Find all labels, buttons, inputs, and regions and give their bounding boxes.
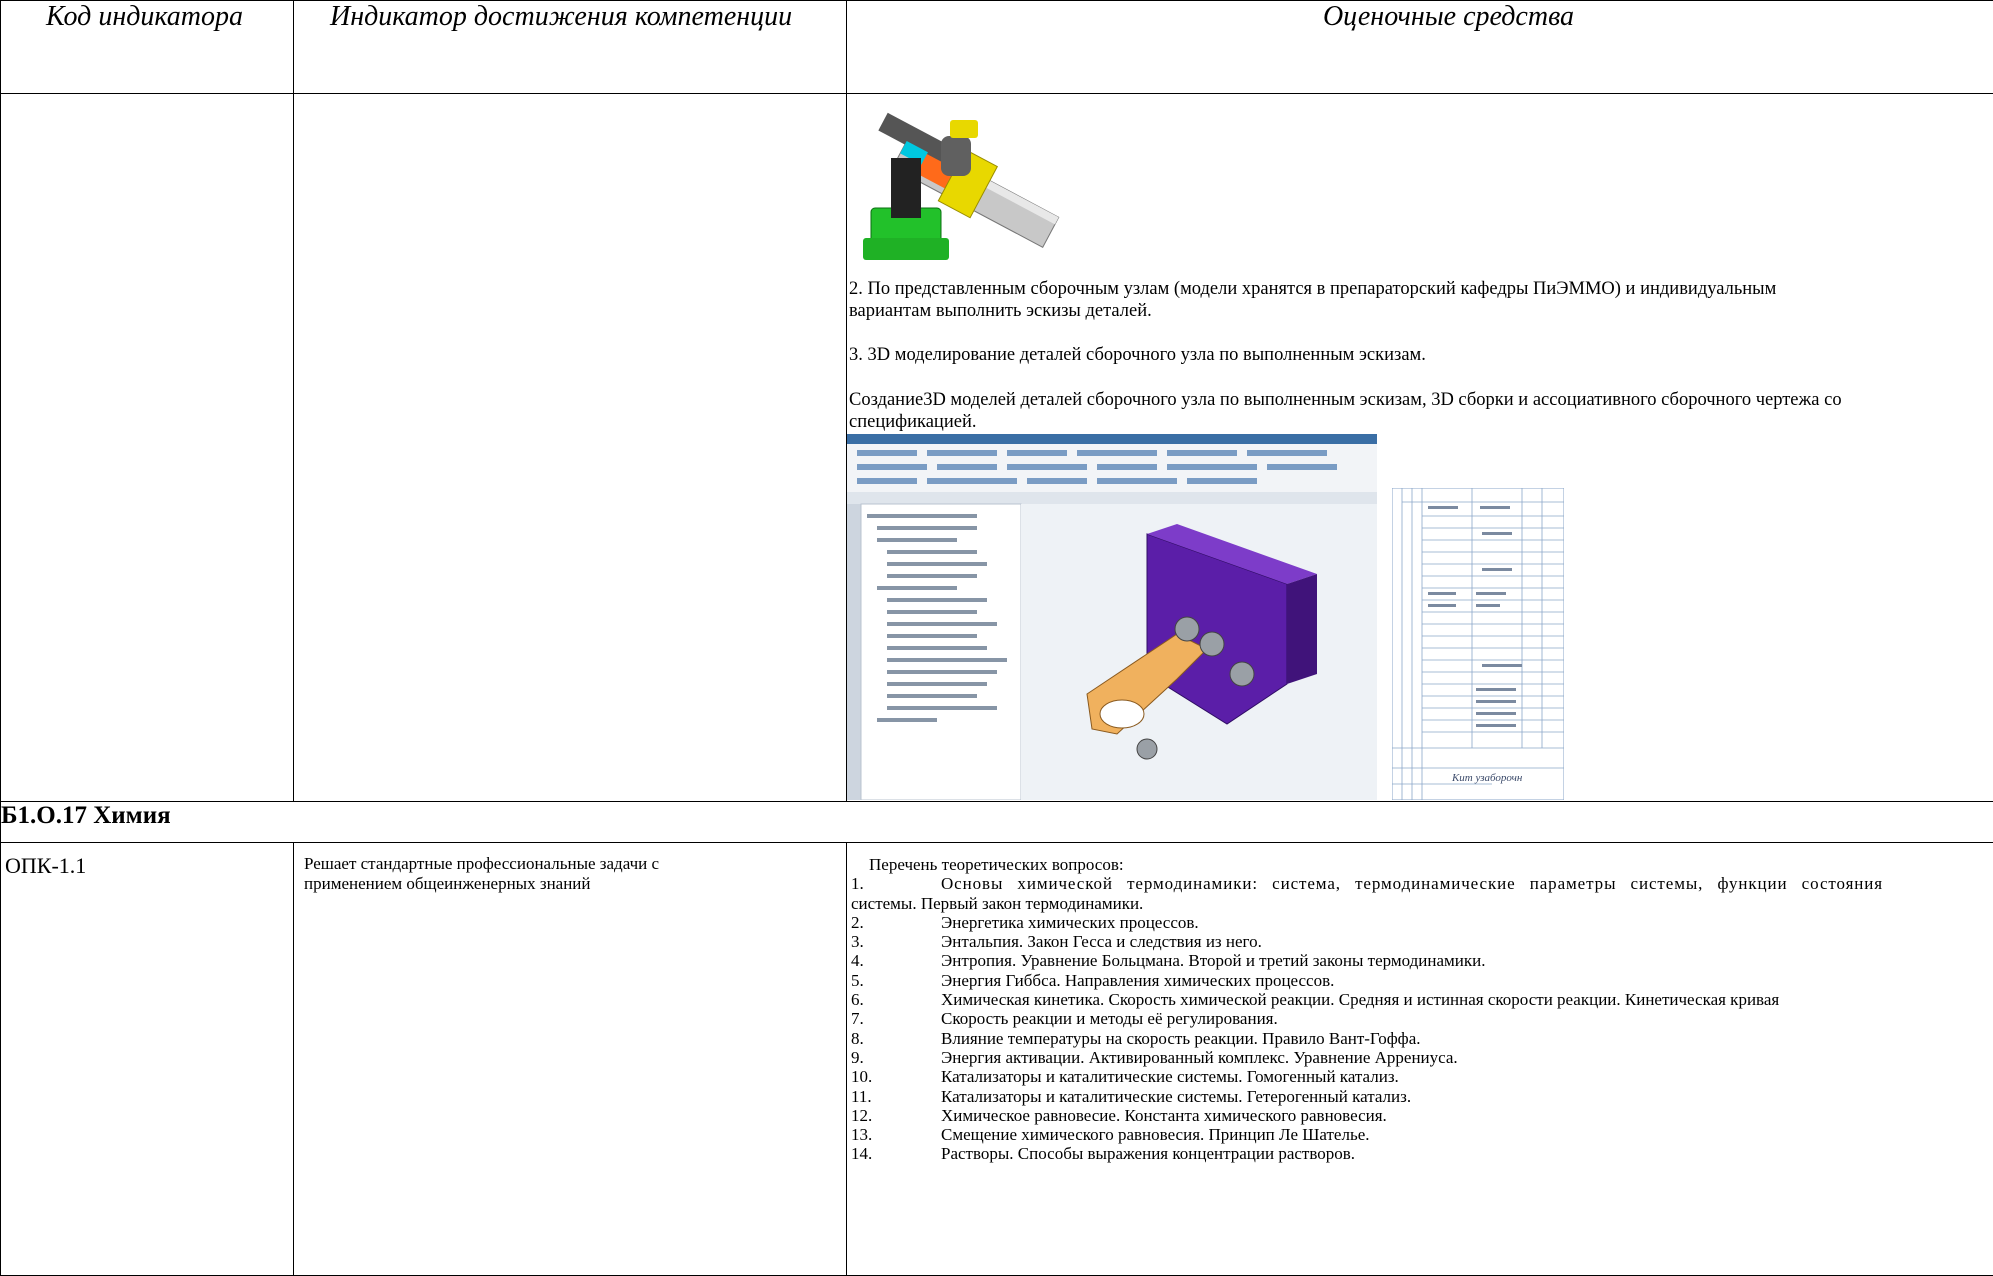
specification-sheet-image: Кит узаборочн — [1392, 488, 1564, 800]
question-text: Химическое равновесие. Константа химичес… — [941, 1106, 1387, 1125]
table-row: 2. По представленным сборочным узлам (мо… — [1, 94, 1993, 802]
list-item: 14.Растворы. Способы выражения концентра… — [851, 1144, 1993, 1163]
question-text: Смещение химического равновесия. Принцип… — [941, 1125, 1370, 1144]
question-number: 1. — [851, 874, 941, 893]
cad-screenshot-image — [847, 434, 1377, 800]
header-assessment: Оценочные средства — [847, 1, 1993, 94]
questions-cell: Перечень теоретических вопросов: 1. Осно… — [847, 843, 1993, 1276]
list-item: 7.Скорость реакции и методы её регулиров… — [851, 1009, 1993, 1028]
header-indicator: Индикатор достижения компетенции — [294, 1, 847, 94]
list-item: 3.Энтальпия. Закон Гесса и следствия из … — [851, 932, 1993, 951]
question-number: 6. — [851, 990, 941, 1009]
empty-code-cell — [1, 94, 294, 802]
question-text: Химическая кинетика. Скорость химической… — [941, 990, 1779, 1009]
question-text: Энтропия. Уравнение Больцмана. Второй и … — [941, 951, 1485, 970]
question-text: Основы химической термодинамики: система… — [941, 874, 1883, 893]
question-text: Влияние температуры на скорость реакции.… — [941, 1029, 1421, 1048]
list-item: 4.Энтропия. Уравнение Больцмана. Второй … — [851, 951, 1993, 970]
list-item: 10.Катализаторы и каталитические системы… — [851, 1067, 1993, 1086]
question-text: Энергия Гиббса. Направления химических п… — [941, 971, 1334, 990]
empty-indicator-cell — [294, 94, 847, 802]
question-number: 14. — [851, 1144, 941, 1163]
section-row: Б1.О.17 Химия — [1, 802, 1993, 843]
question-continuation: системы. Первый закон термодинамики. — [851, 894, 1993, 913]
question-text: Энергетика химических процессов. — [941, 913, 1199, 932]
question-number: 2. — [851, 913, 941, 932]
list-item: 12.Химическое равновесие. Константа хими… — [851, 1106, 1993, 1125]
list-item: 11.Катализаторы и каталитические системы… — [851, 1087, 1993, 1106]
question-number: 10. — [851, 1067, 941, 1086]
list-item: 5.Энергия Гиббса. Направления химических… — [851, 971, 1993, 990]
table-header-row: Код индикатора Индикатор достижения комп… — [1, 1, 1993, 94]
spec-sheet-title: Кит узаборочн — [1451, 772, 1523, 784]
indicator-text: Решает стандартные профессиональные зада… — [294, 843, 847, 1276]
list-item: 1. Основы химической термодинамики: сист… — [851, 874, 1993, 893]
table-row: ОПК-1.1 Решает стандартные профессиональ… — [1, 843, 1993, 1276]
question-number: 4. — [851, 951, 941, 970]
question-text: Растворы. Способы выражения концентрации… — [941, 1144, 1355, 1163]
creation-line-2: спецификацией. — [849, 411, 976, 433]
assessment-cell: 2. По представленным сборочным узлам (мо… — [847, 94, 1993, 802]
assembly-section-image — [853, 98, 1063, 268]
creation-line-1: Создание3D моделей деталей сборочного уз… — [849, 389, 1842, 411]
header-indicator-code: Код индикатора — [1, 1, 294, 94]
task-2-line-2: вариантам выполнить эскизы деталей. — [849, 300, 1152, 322]
question-number: 8. — [851, 1029, 941, 1048]
list-item: 8.Влияние температуры на скорость реакци… — [851, 1029, 1993, 1048]
indicator-code: ОПК-1.1 — [1, 843, 294, 1276]
list-item: 2.Энергетика химических процессов. — [851, 913, 1993, 932]
question-number: 12. — [851, 1106, 941, 1125]
question-number: 9. — [851, 1048, 941, 1067]
section-title: Б1.О.17 Химия — [1, 802, 1993, 843]
list-item: 9.Энергия активации. Активированный комп… — [851, 1048, 1993, 1067]
indicator-line: применением общеинженерных знаний — [304, 874, 836, 894]
competency-table: Код индикатора Индикатор достижения комп… — [0, 0, 1993, 1276]
question-number: 5. — [851, 971, 941, 990]
list-item: 6.Химическая кинетика. Скорость химическ… — [851, 990, 1993, 1009]
question-text: Катализаторы и каталитические системы. Г… — [941, 1087, 1411, 1106]
question-text: Энергия активации. Активированный компле… — [941, 1048, 1458, 1067]
question-number: 11. — [851, 1087, 941, 1106]
question-number: 13. — [851, 1125, 941, 1144]
question-text: Катализаторы и каталитические системы. Г… — [941, 1067, 1399, 1086]
task-2-line-1: 2. По представленным сборочным узлам (мо… — [849, 278, 1776, 300]
list-item: 13.Смещение химического равновесия. Прин… — [851, 1125, 1993, 1144]
question-number: 3. — [851, 932, 941, 951]
question-text: Скорость реакции и методы её регулирован… — [941, 1009, 1278, 1028]
questions-intro: Перечень теоретических вопросов: — [851, 855, 1993, 874]
question-number: 7. — [851, 1009, 941, 1028]
indicator-line: Решает стандартные профессиональные зада… — [304, 854, 836, 874]
question-text: Энтальпия. Закон Гесса и следствия из не… — [941, 932, 1262, 951]
task-3: 3. 3D моделирование деталей сборочного у… — [849, 344, 1426, 366]
